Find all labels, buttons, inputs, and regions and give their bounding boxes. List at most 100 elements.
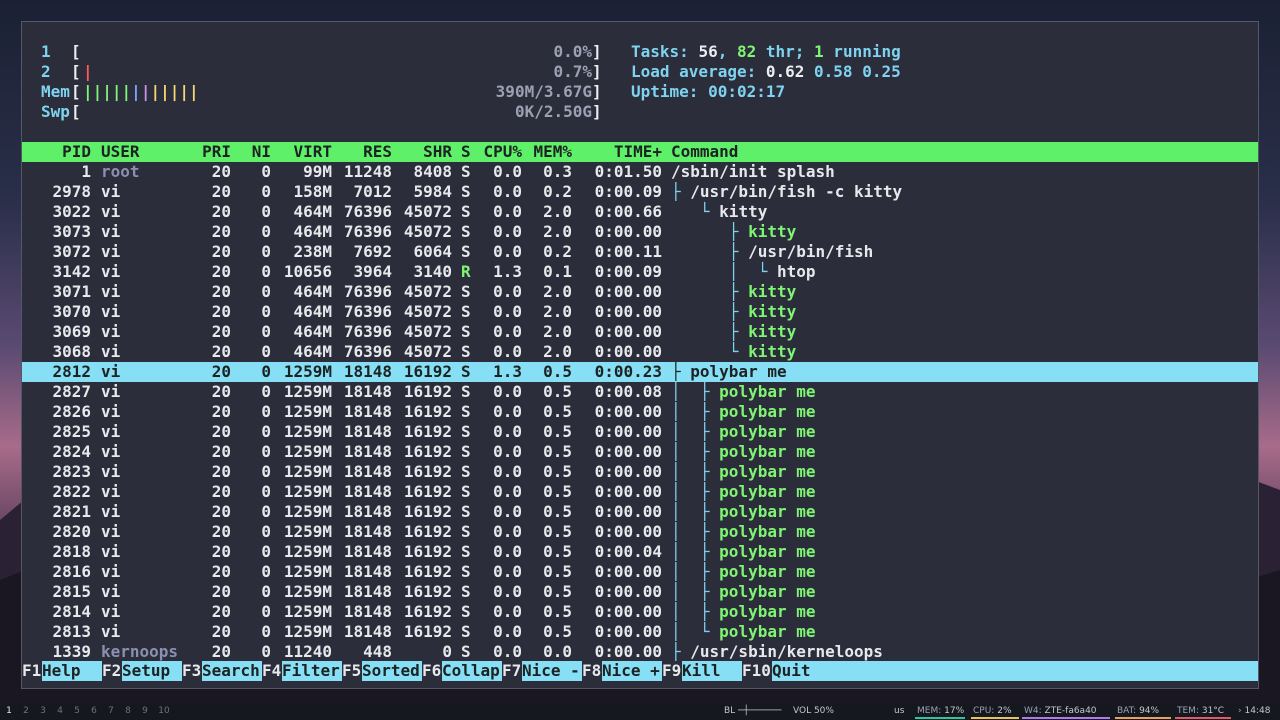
cell-shr: 16192	[403, 622, 452, 641]
column-header-ni[interactable]: NI	[231, 142, 271, 162]
cell-cpu: 0.0	[493, 342, 522, 361]
cell-time: 0:01.50	[594, 162, 662, 181]
workspace-8[interactable]: 8	[121, 703, 135, 720]
process-row[interactable]: 2821 vi 20 0 1259M 18148 16192 S 0.0 0.5 0:00.00 │ …	[22, 502, 1258, 522]
column-header-user[interactable]: USER	[101, 142, 191, 162]
process-row[interactable]: 1 root 20 0 99M 11248 8408 S 0.0 0.3 0:01.50/sbin/…	[22, 162, 1258, 182]
cell-cpu: 1.3	[493, 262, 522, 281]
fkey-label-f1[interactable]: Help	[42, 661, 102, 681]
column-header-shr[interactable]: SHR	[392, 142, 452, 162]
process-row[interactable]: 2814 vi 20 0 1259M 18148 16192 S 0.0 0.5 0:00.00 │ …	[22, 602, 1258, 622]
cell-mem: 2.0	[543, 342, 572, 361]
fkey-f5[interactable]: F5	[342, 661, 361, 681]
process-row[interactable]: 2822 vi 20 0 1259M 18148 16192 S 0.0 0.5 0:00.00 │ …	[22, 482, 1258, 502]
process-row[interactable]: 3070 vi 20 0 464M 76396 45072 S 0.0 2.0 0:00.00 ├ …	[22, 302, 1258, 322]
fkey-label-f2[interactable]: Setup	[122, 661, 182, 681]
process-table-header[interactable]: PID USER PRI NI VIRT RES SHR S CPU% MEM% TIME+ Comm…	[22, 142, 1258, 162]
tasks-summary: Tasks: 56, 82 thr; 1 running	[631, 42, 901, 61]
workspace-10[interactable]: 10	[155, 703, 173, 720]
column-header-command[interactable]: Command	[671, 142, 738, 162]
cell-command: │ ├ polybar me	[671, 502, 816, 522]
cell-virt: 464M	[293, 322, 332, 341]
process-row[interactable]: 3068 vi 20 0 464M 76396 45072 S 0.0 2.0 0:00.00 └ …	[22, 342, 1258, 362]
cell-s: S	[461, 222, 471, 241]
cell-mem: 0.5	[543, 362, 572, 381]
column-header-time[interactable]: TIME+	[572, 142, 662, 162]
cell-shr: 8408	[413, 162, 452, 181]
cell-mem: 0.5	[543, 482, 572, 501]
command-text: polybar me	[719, 542, 816, 561]
process-row[interactable]: 3142 vi 20 0 10656 3964 3140 R 1.3 0.1 0:00.09 │ └…	[22, 262, 1258, 282]
fkey-label-f9[interactable]: Kill	[682, 661, 742, 681]
workspace-2[interactable]: 2	[19, 703, 33, 720]
cell-command: └ kitty	[671, 202, 767, 222]
column-header-pri[interactable]: PRI	[191, 142, 231, 162]
process-row[interactable]: 2820 vi 20 0 1259M 18148 16192 S 0.0 0.5 0:00.00 │ …	[22, 522, 1258, 542]
cell-res: 18148	[343, 622, 392, 641]
cell-virt: 464M	[293, 202, 332, 221]
fkey-label-f10[interactable]: Quit	[772, 661, 1258, 681]
process-row[interactable]: 3022 vi 20 0 464M 76396 45072 S 0.0 2.0 0:00.66 └ …	[22, 202, 1258, 222]
cell-cpu: 0.0	[493, 502, 522, 521]
cell-mem: 0.2	[543, 242, 572, 261]
fkey-label-f4[interactable]: Filter	[282, 661, 342, 681]
cell-command: │ ├ polybar me	[671, 562, 816, 582]
cell-res: 3964	[353, 262, 392, 281]
column-header-s[interactable]: S	[461, 142, 473, 162]
process-row[interactable]: 2825 vi 20 0 1259M 18148 16192 S 0.0 0.5 0:00.00 │ …	[22, 422, 1258, 442]
cell-time: 0:00.00	[594, 422, 662, 441]
fkey-f9[interactable]: F9	[662, 661, 681, 681]
cell-user: vi	[101, 622, 121, 641]
process-row-selected[interactable]: 2812 vi 20 0 1259M 18148 16192 S 1.3 0.5 0:00.23 ├ …	[22, 362, 1258, 382]
process-row[interactable]: 2813 vi 20 0 1259M 18148 16192 S 0.0 0.5 0:00.00 │ …	[22, 622, 1258, 642]
cell-cpu: 0.0	[493, 582, 522, 601]
fkey-label-f3[interactable]: Search	[202, 661, 262, 681]
volume-indicator[interactable]: VOL 50%	[793, 703, 834, 720]
workspace-3[interactable]: 3	[36, 703, 50, 720]
process-row[interactable]: 1339 kernoops 20 0 11240 448 0 S 0.0 0.0 0:00.00 ├ …	[22, 642, 1258, 662]
cell-cpu: 0.0	[493, 482, 522, 501]
fkey-label-f5[interactable]: Sorted	[362, 661, 422, 681]
cell-ni: 0	[261, 462, 271, 481]
process-row[interactable]: 2827 vi 20 0 1259M 18148 16192 S 0.0 0.5 0:00.08 │ …	[22, 382, 1258, 402]
process-row[interactable]: 2818 vi 20 0 1259M 18148 16192 S 0.0 0.5 0:00.04 │ …	[22, 542, 1258, 562]
cell-mem: 2.0	[543, 322, 572, 341]
cell-time: 0:00.00	[594, 522, 662, 541]
process-row[interactable]: 3073 vi 20 0 464M 76396 45072 S 0.0 2.0 0:00.00 ├ …	[22, 222, 1258, 242]
column-header-res[interactable]: RES	[332, 142, 392, 162]
cell-mem: 2.0	[543, 222, 572, 241]
workspace-4[interactable]: 4	[53, 703, 67, 720]
process-row[interactable]: 2815 vi 20 0 1259M 18148 16192 S 0.0 0.5 0:00.00 │ …	[22, 582, 1258, 602]
process-row[interactable]: 2824 vi 20 0 1259M 18148 16192 S 0.0 0.5 0:00.00 │ …	[22, 442, 1258, 462]
workspace-9[interactable]: 9	[138, 703, 152, 720]
process-row[interactable]: 3069 vi 20 0 464M 76396 45072 S 0.0 2.0 0:00.00 ├ …	[22, 322, 1258, 342]
column-header-mem[interactable]: MEM%	[522, 142, 572, 162]
fkey-f7[interactable]: F7	[502, 661, 521, 681]
fkey-f2[interactable]: F2	[102, 661, 121, 681]
workspace-6[interactable]: 6	[87, 703, 101, 720]
process-row[interactable]: 2826 vi 20 0 1259M 18148 16192 S 0.0 0.5 0:00.00 │ …	[22, 402, 1258, 422]
fkey-label-f7[interactable]: Nice -	[522, 661, 582, 681]
workspace-1[interactable]: 1	[2, 703, 16, 720]
column-header-virt[interactable]: VIRT	[271, 142, 332, 162]
htop-terminal-window[interactable]: 1 [ 0.0% ] 2 [ | 0.7% ] Mem [ ||||||||||…	[21, 21, 1259, 689]
fkey-f3[interactable]: F3	[182, 661, 201, 681]
column-header-pid[interactable]: PID	[41, 142, 91, 162]
fkey-f10[interactable]: F10	[742, 661, 771, 681]
cell-shr: 16192	[403, 582, 452, 601]
process-row[interactable]: 2823 vi 20 0 1259M 18148 16192 S 0.0 0.5 0:00.00 │ …	[22, 462, 1258, 482]
workspace-7[interactable]: 7	[104, 703, 118, 720]
cell-ni: 0	[261, 342, 271, 361]
fkey-f8[interactable]: F8	[582, 661, 601, 681]
column-header-cpu[interactable]: CPU%	[473, 142, 522, 162]
process-row[interactable]: 2816 vi 20 0 1259M 18148 16192 S 0.0 0.5 0:00.00 │ …	[22, 562, 1258, 582]
fkey-f4[interactable]: F4	[262, 661, 281, 681]
fkey-f6[interactable]: F6	[422, 661, 441, 681]
fkey-f1[interactable]: F1	[22, 661, 41, 681]
fkey-label-f8[interactable]: Nice +	[602, 661, 662, 681]
process-row[interactable]: 2978 vi 20 0 158M 7012 5984 S 0.0 0.2 0:00.09 ├ /us…	[22, 182, 1258, 202]
process-row[interactable]: 3071 vi 20 0 464M 76396 45072 S 0.0 2.0 0:00.00 ├ …	[22, 282, 1258, 302]
workspace-5[interactable]: 5	[70, 703, 84, 720]
fkey-label-f6[interactable]: Collap	[442, 661, 502, 681]
process-row[interactable]: 3072 vi 20 0 238M 7692 6064 S 0.0 0.2 0:00.11 ├ /u…	[22, 242, 1258, 262]
